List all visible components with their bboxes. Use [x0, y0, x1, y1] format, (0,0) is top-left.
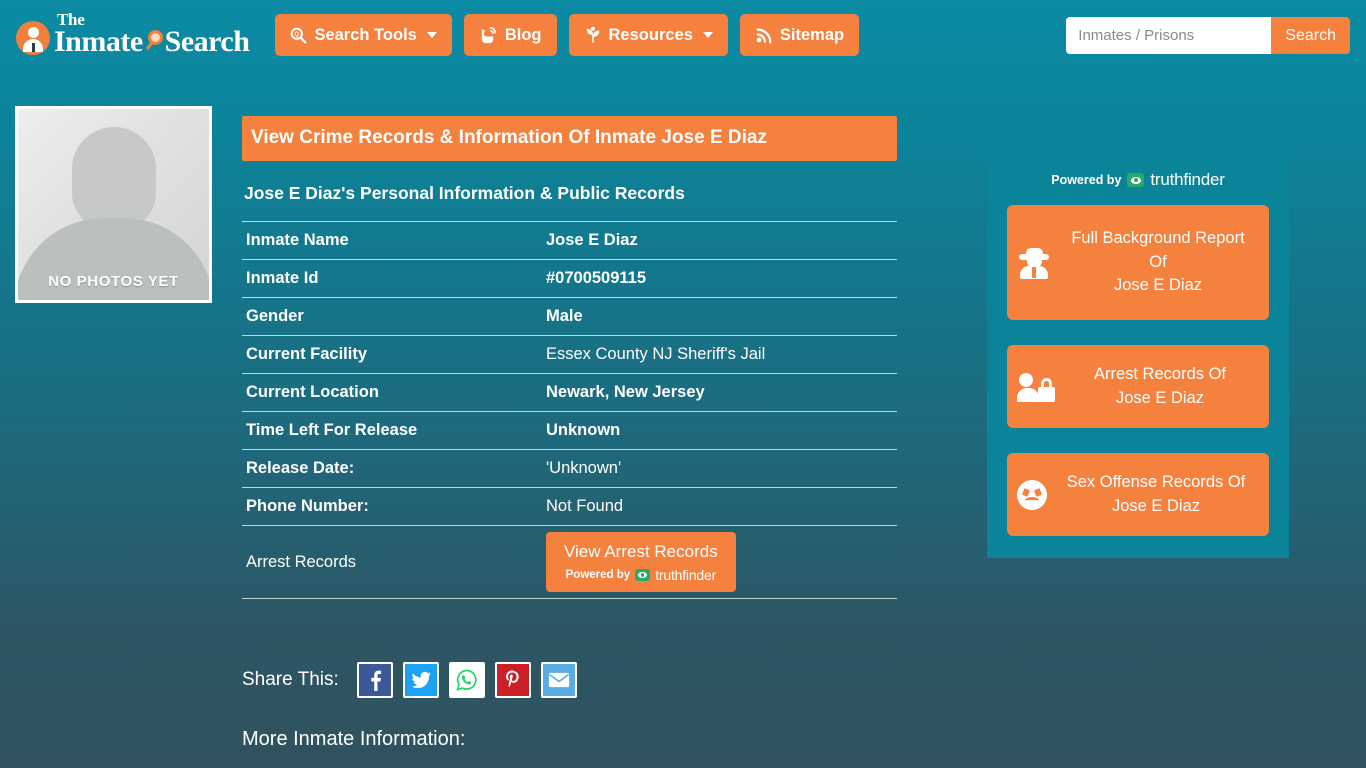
nav-resources-label: Resources — [608, 25, 693, 44]
row-label: Arrest Records — [246, 552, 357, 571]
facebook-icon[interactable] — [356, 662, 393, 698]
share-bar: Share This: — [242, 662, 577, 698]
nav-blog-button[interactable]: Blog — [463, 14, 557, 56]
chevron-down-icon — [702, 32, 713, 38]
row-value: #0700509115 — [546, 269, 647, 287]
arrest-records-label: Arrest Records Of Jose E Diaz — [1061, 363, 1259, 411]
logo-search-text: Search — [164, 25, 250, 58]
nav-resources-button[interactable]: Resources — [568, 14, 728, 56]
row-label: Current Facility — [246, 345, 368, 363]
table-row: Inmate Id #0700509115 — [242, 259, 897, 298]
nav-search-tools-label: Search Tools — [314, 25, 417, 44]
arrest-records-button[interactable]: Arrest Records Of Jose E Diaz — [1007, 345, 1269, 428]
row-label: Phone Number: — [246, 497, 369, 515]
row-value: Male — [546, 307, 583, 325]
site-logo[interactable]: The Inmate Search — [16, 11, 250, 58]
table-row: Inmate Name Jose E Diaz — [242, 221, 897, 260]
photo-caption: NO PHOTOS YET — [48, 273, 179, 290]
svg-text:Q: Q — [295, 32, 300, 38]
row-label: Current Location — [246, 383, 379, 401]
table-row: Time Left For Release Unknown — [242, 411, 897, 450]
email-icon[interactable] — [540, 662, 577, 698]
nav-sitemap-button[interactable]: Sitemap — [739, 14, 860, 56]
inmate-photo-placeholder: NO PHOTOS YET — [15, 106, 212, 303]
twitter-icon[interactable] — [402, 662, 439, 698]
nav-search-tools-button[interactable]: Q Search Tools — [275, 14, 452, 56]
share-label: Share This: — [242, 669, 339, 690]
btn-line-3: Jose E Diaz — [1113, 276, 1203, 295]
table-row: Current Location Newark, New Jersey — [242, 373, 897, 412]
main-content: View Crime Records & Information Of Inma… — [242, 116, 897, 599]
table-row-arrest-records: Arrest Records View Arrest Records Power… — [242, 525, 897, 599]
whatsapp-icon[interactable] — [448, 662, 485, 698]
logo-person-icon — [16, 21, 50, 55]
magnifier-icon: Q — [290, 27, 307, 44]
blogger-icon — [479, 26, 498, 45]
truthfinder-sidebar: Powered by truthfinder Full Background R… — [987, 146, 1289, 558]
sex-offense-records-label: Sex Offense Records Of Jose E Diaz — [1053, 471, 1259, 519]
detective-icon — [1017, 247, 1051, 279]
header-search: Search — [1066, 17, 1350, 54]
sex-offense-records-button[interactable]: Sex Offense Records Of Jose E Diaz — [1007, 453, 1269, 536]
btn-line-2: Of — [1149, 252, 1167, 271]
row-label: Release Date: — [246, 459, 355, 477]
site-header: The Inmate Search Q Search Tools Blog Re… — [0, 0, 1366, 70]
leaf-icon — [584, 26, 602, 44]
more-inmate-information-heading: More Inmate Information: — [242, 728, 466, 750]
nav-blog-label: Blog — [504, 25, 542, 44]
table-row: Phone Number: Not Found — [242, 487, 897, 526]
search-button[interactable]: Search — [1271, 17, 1350, 54]
table-row: Release Date: 'Unknown' — [242, 449, 897, 488]
avatar-silhouette: NO PHOTOS YET — [18, 109, 209, 300]
row-value: Jose E Diaz — [546, 231, 638, 249]
truthfinder-brand-text: truthfinder — [1150, 170, 1225, 189]
row-label: Gender — [246, 307, 304, 325]
chevron-down-icon — [426, 32, 437, 38]
row-label: Inmate Name — [246, 231, 349, 249]
row-label: Inmate Id — [246, 269, 319, 287]
btn-line-2: Jose E Diaz — [1111, 496, 1201, 515]
powered-by-text: Powered by — [1051, 173, 1122, 187]
sidebar-powered-by: Powered by truthfinder — [1007, 170, 1269, 190]
view-arrest-records-label: View Arrest Records — [564, 542, 718, 561]
btn-line-1: Full Background Report — [1071, 228, 1245, 247]
page-title: View Crime Records & Information Of Inma… — [242, 116, 897, 161]
main-navigation: Q Search Tools Blog Resources Sitemap — [275, 14, 860, 56]
btn-line-2: Jose E Diaz — [1115, 388, 1205, 407]
row-label: Time Left For Release — [246, 421, 418, 439]
view-arrest-records-button[interactable]: View Arrest Records Powered by truthfind… — [546, 532, 736, 592]
rss-icon — [755, 26, 773, 44]
person-lock-icon — [1017, 372, 1055, 402]
truthfinder-brand-text: truthfinder — [655, 567, 717, 583]
angry-face-icon — [1017, 479, 1047, 510]
row-value: Newark, New Jersey — [546, 383, 705, 401]
powered-by-text: Powered by — [565, 569, 631, 581]
row-value: Unknown — [546, 421, 621, 439]
row-value: Essex County NJ Sheriff's Jail — [546, 345, 766, 363]
search-input[interactable] — [1066, 17, 1272, 54]
truthfinder-logo-icon — [1127, 173, 1145, 187]
btn-line-1: Arrest Records Of — [1093, 364, 1227, 383]
row-value: Not Found — [546, 497, 624, 515]
table-row: Gender Male — [242, 297, 897, 336]
powered-by-truthfinder: Powered by truthfinder — [564, 567, 718, 583]
btn-line-1: Sex Offense Records Of — [1066, 472, 1246, 491]
full-background-report-label: Full Background Report Of Jose E Diaz — [1057, 227, 1259, 299]
logo-inmate-text: Inmate — [54, 25, 143, 58]
table-row: Current Facility Essex County NJ Sheriff… — [242, 335, 897, 374]
logo-magnifier-icon — [144, 30, 164, 51]
inmate-info-table: Inmate Name Jose E Diaz Inmate Id #07005… — [242, 221, 897, 599]
full-background-report-button[interactable]: Full Background Report Of Jose E Diaz — [1007, 205, 1269, 320]
row-value: 'Unknown' — [546, 459, 622, 477]
nav-sitemap-label: Sitemap — [779, 25, 845, 44]
section-subtitle: Jose E Diaz's Personal Information & Pub… — [244, 183, 685, 203]
pinterest-icon[interactable] — [494, 662, 531, 698]
truthfinder-logo-icon — [635, 569, 651, 581]
